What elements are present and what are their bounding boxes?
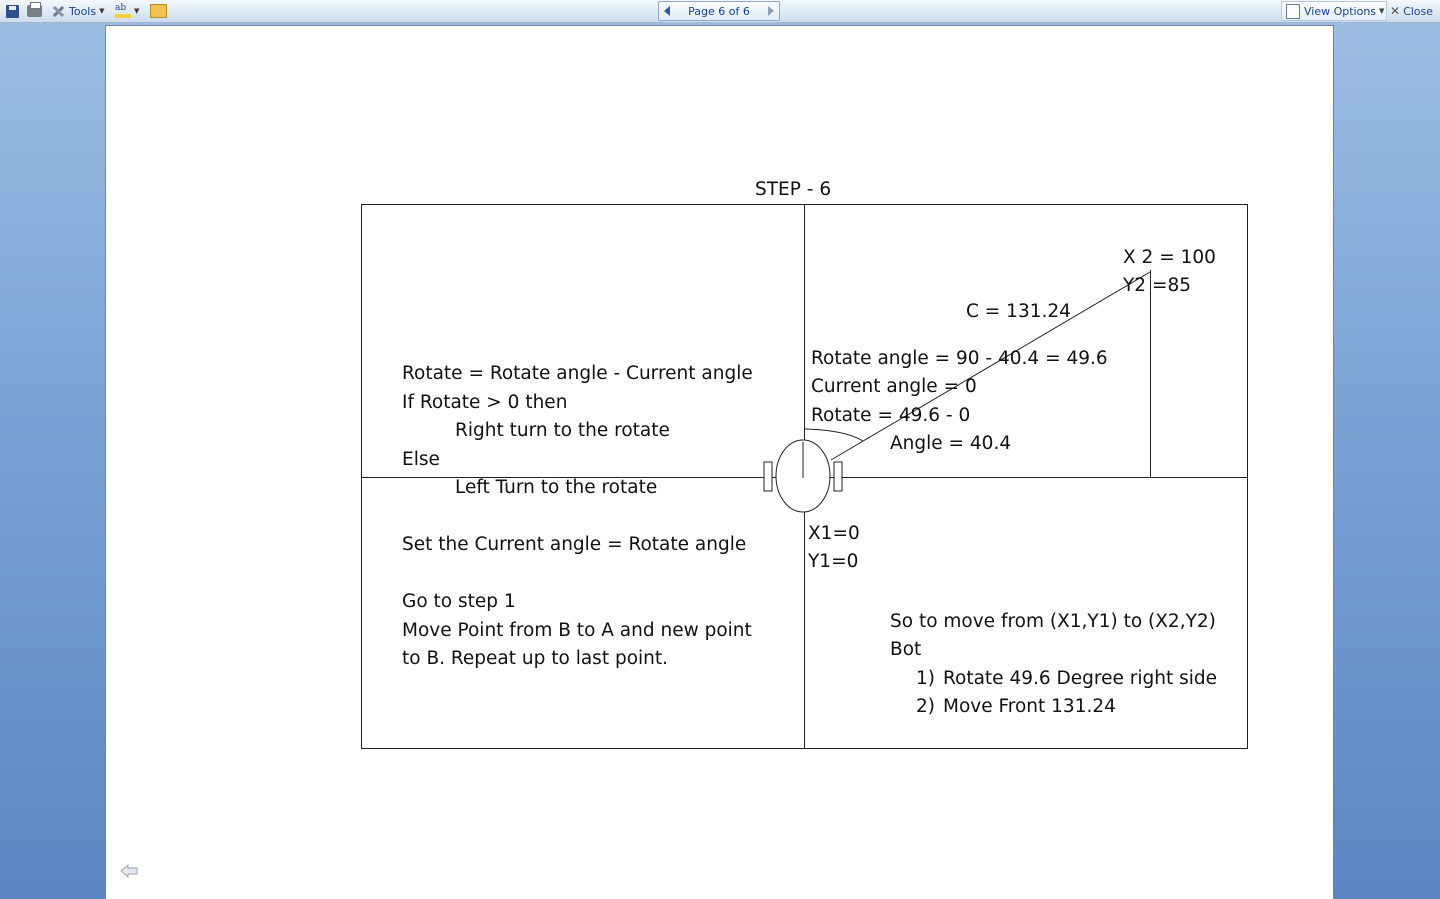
left-line-3: Right turn to the rotate	[455, 420, 670, 441]
angle-label: Angle = 40.4	[890, 433, 1012, 454]
left-line-6: Set the Current angle = Rotate angle	[402, 534, 747, 555]
move-line-2: Bot	[890, 639, 922, 660]
rotate-label: Rotate = 49.6 - 0	[811, 405, 971, 426]
left-line-1: Rotate = Rotate angle - Current angle	[402, 363, 753, 384]
y1-label: Y1=0	[808, 551, 859, 572]
left-line-2: If Rotate > 0 then	[402, 392, 568, 413]
left-line-5: Left Turn to the rotate	[455, 477, 658, 498]
angle-arc	[804, 428, 864, 442]
x2-label: X 2 = 100	[1123, 247, 1216, 268]
step-1-number: 1)	[916, 668, 935, 689]
move-line-1: So to move from (X1,Y1) to (X2,Y2)	[890, 611, 1216, 632]
left-line-8: Move Point from B to A and new point	[402, 620, 752, 641]
bot-left-wheel	[763, 461, 773, 492]
x1-label: X1=0	[808, 523, 860, 544]
left-line-7: Go to step 1	[402, 591, 516, 612]
left-line-4: Else	[402, 449, 440, 470]
step-title: STEP - 6	[755, 179, 832, 200]
step-1-text: Rotate 49.6 Degree right side	[943, 668, 1217, 689]
document-content: STEP - 6 Rotate = Rotate angle - Current…	[0, 0, 1440, 899]
step-2-text: Move Front 131.24	[943, 696, 1116, 717]
current-angle-label: Current angle = 0	[811, 376, 977, 397]
bot-right-wheel	[833, 461, 843, 492]
y2-label: Y2 =85	[1123, 275, 1191, 296]
left-line-9: to B. Repeat up to last point.	[402, 648, 669, 669]
flow-diagram	[361, 204, 1248, 749]
step-2-number: 2)	[916, 696, 935, 717]
hypotenuse-label: C = 131.24	[966, 301, 1071, 322]
rotate-angle-label: Rotate angle = 90 - 40.4 = 49.6	[811, 348, 1108, 369]
